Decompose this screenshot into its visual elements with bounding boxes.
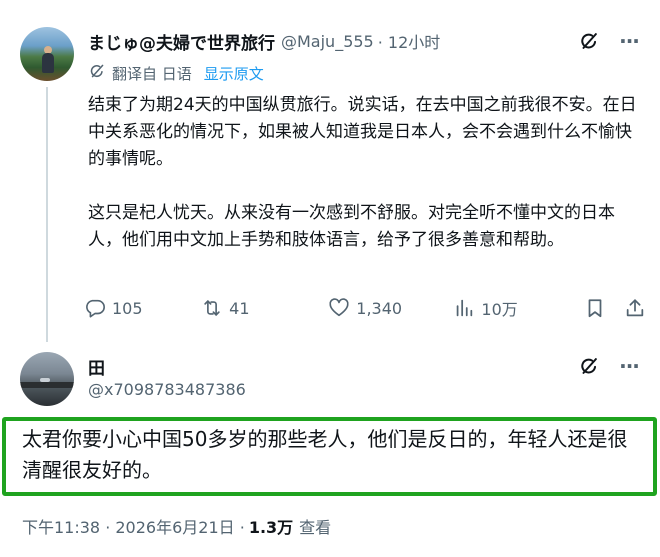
- translation-label: 翻译自 日语: [112, 64, 192, 83]
- reply-view-label: 查看: [299, 518, 332, 537]
- author-handle[interactable]: @Maju_555: [281, 32, 374, 51]
- translation-info: 翻译自 日语 显示原文: [88, 62, 264, 84]
- translate-icon: [88, 62, 106, 84]
- bookmark-icon: [589, 299, 602, 318]
- reply-header-actions: ···: [578, 355, 640, 377]
- tweet-header-actions: ···: [578, 30, 640, 52]
- reply-header: 田: [88, 354, 105, 379]
- author-avatar[interactable]: [20, 27, 74, 81]
- reply-timestamp[interactable]: 下午11:38 · 2026年6月21日 ·: [22, 514, 245, 538]
- tweet-paragraph: 结束了为期24天的中国纵贯旅行。说实话，在去中国之前我很不安。在日中关系恶化的情…: [88, 95, 637, 169]
- bookmark-button[interactable]: [584, 297, 624, 319]
- views-button[interactable]: 10万: [453, 296, 584, 320]
- tweet-header: まじゅ@夫婦で世界旅行 @Maju_555 · 12小时: [88, 29, 441, 54]
- view-count: 10万: [481, 300, 518, 319]
- reply-author-handle[interactable]: @x7098783487386: [88, 380, 246, 399]
- tweet-paragraph: 这只是杞人忧天。从来没有一次感到不舒服。对完全听不懂中文的日本人，他们用中文加上…: [88, 203, 615, 250]
- author-name[interactable]: まじゅ@夫婦で世界旅行: [88, 29, 275, 54]
- tweet-thread: まじゅ@夫婦で世界旅行 @Maju_555 · 12小时 ··· 翻译自 日语 …: [0, 0, 660, 557]
- tweet-text: 结束了为期24天的中国纵贯旅行。说实话，在去中国之前我很不安。在日中关系恶化的情…: [88, 92, 648, 281]
- share-icon: [626, 299, 644, 317]
- show-original-link[interactable]: 显示原文: [204, 63, 264, 84]
- tweet-action-bar: 105 41 1,340 10万: [84, 293, 654, 323]
- grok-icon[interactable]: [578, 355, 600, 377]
- analytics-icon: [457, 299, 473, 317]
- reply-footer: 下午11:38 · 2026年6月21日 · 1.3万 查看: [22, 514, 331, 538]
- reply-icon: [86, 299, 105, 318]
- like-button[interactable]: 1,340: [328, 297, 453, 319]
- repost-icon: [204, 300, 220, 316]
- repost-count: 41: [229, 298, 250, 318]
- grok-icon[interactable]: [578, 30, 600, 52]
- share-button[interactable]: [624, 297, 654, 319]
- more-options-icon[interactable]: ···: [618, 30, 640, 52]
- reply-author-name[interactable]: 田: [88, 354, 105, 379]
- reply-button[interactable]: 105: [84, 297, 201, 319]
- reply-view-count: 1.3万: [248, 518, 294, 537]
- thread-connector-line: [46, 87, 48, 342]
- more-options-icon[interactable]: ···: [618, 355, 640, 377]
- like-count: 1,340: [356, 298, 403, 318]
- reply-text: 太君你要小心中国50多岁的那些老人，他们是反日的，年轻人还是很清醒很友好的。: [22, 427, 628, 482]
- repost-button[interactable]: 41: [201, 297, 328, 319]
- tweet-time[interactable]: · 12小时: [378, 29, 441, 53]
- heart-icon: [329, 298, 349, 317]
- reply-author-avatar[interactable]: [20, 352, 74, 406]
- reply-count: 105: [112, 298, 143, 318]
